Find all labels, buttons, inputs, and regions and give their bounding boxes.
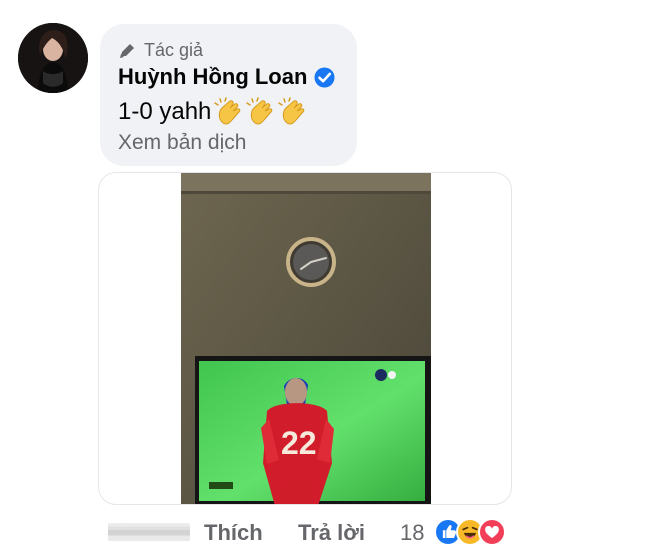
see-translation-link[interactable]: Xem bản dịch — [118, 131, 246, 155]
attached-photo: 22 — [181, 173, 431, 504]
reply-action[interactable]: Trả lời — [298, 520, 365, 546]
clapping-hands-icon — [214, 97, 241, 125]
jersey-number: 22 — [281, 425, 317, 461]
like-action[interactable]: Thích — [204, 520, 263, 546]
author-badge: Tác giả — [118, 40, 203, 61]
blurred-timestamp — [108, 523, 190, 541]
profile-photo — [18, 23, 88, 93]
reaction-summary[interactable] — [434, 518, 514, 548]
love-reaction-icon — [478, 518, 506, 546]
comment-actions: Thích Trả lời 18 — [100, 516, 520, 550]
comment-avatar[interactable] — [18, 23, 88, 93]
reaction-count[interactable]: 18 — [400, 520, 424, 546]
verified-badge-icon — [314, 67, 335, 87]
comment-text: 1-0 yahh — [118, 98, 212, 125]
pencil-icon — [120, 43, 134, 58]
comment-bubble: Tác giả Huỳnh Hồng Loan 1-0 yahh Xem bản… — [100, 24, 357, 166]
author-name[interactable]: Huỳnh Hồng Loan — [118, 64, 307, 90]
comment-message: 1-0 yahh — [118, 97, 307, 127]
author-row: Huỳnh Hồng Loan — [118, 64, 335, 90]
clapping-hands-icon — [246, 97, 273, 125]
comment-photo-attachment[interactable]: 22 — [98, 172, 512, 505]
author-badge-label: Tác giả — [144, 40, 204, 60]
heart-icon — [485, 526, 499, 538]
clapping-hands-icon — [278, 97, 305, 125]
